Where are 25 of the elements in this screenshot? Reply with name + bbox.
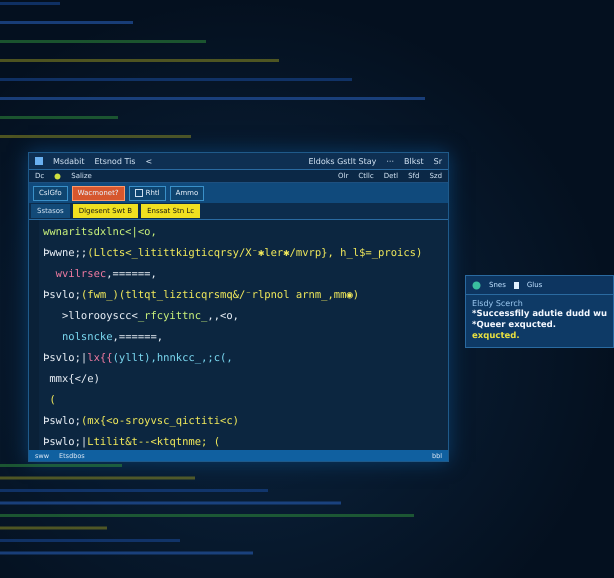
code-line: Þsvlo;(fwm_)(tltqt_lizticqrsmq&/⁻rlpnol arnm_,mm◉) [43,289,360,302]
title-bar-item[interactable]: ··· [386,156,394,166]
code-line: Þsvlo;|lx{{(yllt),hnnkcc_,;c(, [43,352,234,365]
title-bar-item[interactable]: Sr [434,156,442,166]
title-bar-item[interactable]: Blkst [404,156,424,166]
message-line: *Successfily adutie dudd wu [472,309,608,319]
panel-title: Elsdy Scerch [472,299,524,308]
app-name: Msdabit [53,156,84,166]
code-line: wwnaritsdxlnc<|<o, [43,226,158,239]
file-icon [514,282,519,288]
code-line: >llorooyscc<_rfcyittnc_,,<o, [60,310,240,323]
code-line: wvilrsec,======, [54,268,158,281]
code-line: mmx{</e) [48,373,101,386]
back-button[interactable]: < [145,156,152,166]
message-line: exqucted. [472,331,521,341]
code-line: nolsncke,======, [60,331,164,344]
title-bar-item[interactable]: Eldoks Gstlt Stay [308,156,376,166]
message-line: *Queer exqucted. [472,320,557,330]
code-line: Þswlo;(mx{<o-sroyvsc_qictiti<c) [43,415,240,428]
app-icon [35,157,43,165]
file-name: Etsnod Tis [94,156,136,166]
code-line: ( [48,394,57,407]
checkbox[interactable] [134,189,143,197]
code-line: Þswlo;|Ltilit&t--<ktqtnme; ( [43,436,222,449]
code-line: Þwwne;;(Llcts<_litittkigticqrsy/X⁻✱ler✱/mvrp}, h_l$=_proics) [43,247,424,260]
